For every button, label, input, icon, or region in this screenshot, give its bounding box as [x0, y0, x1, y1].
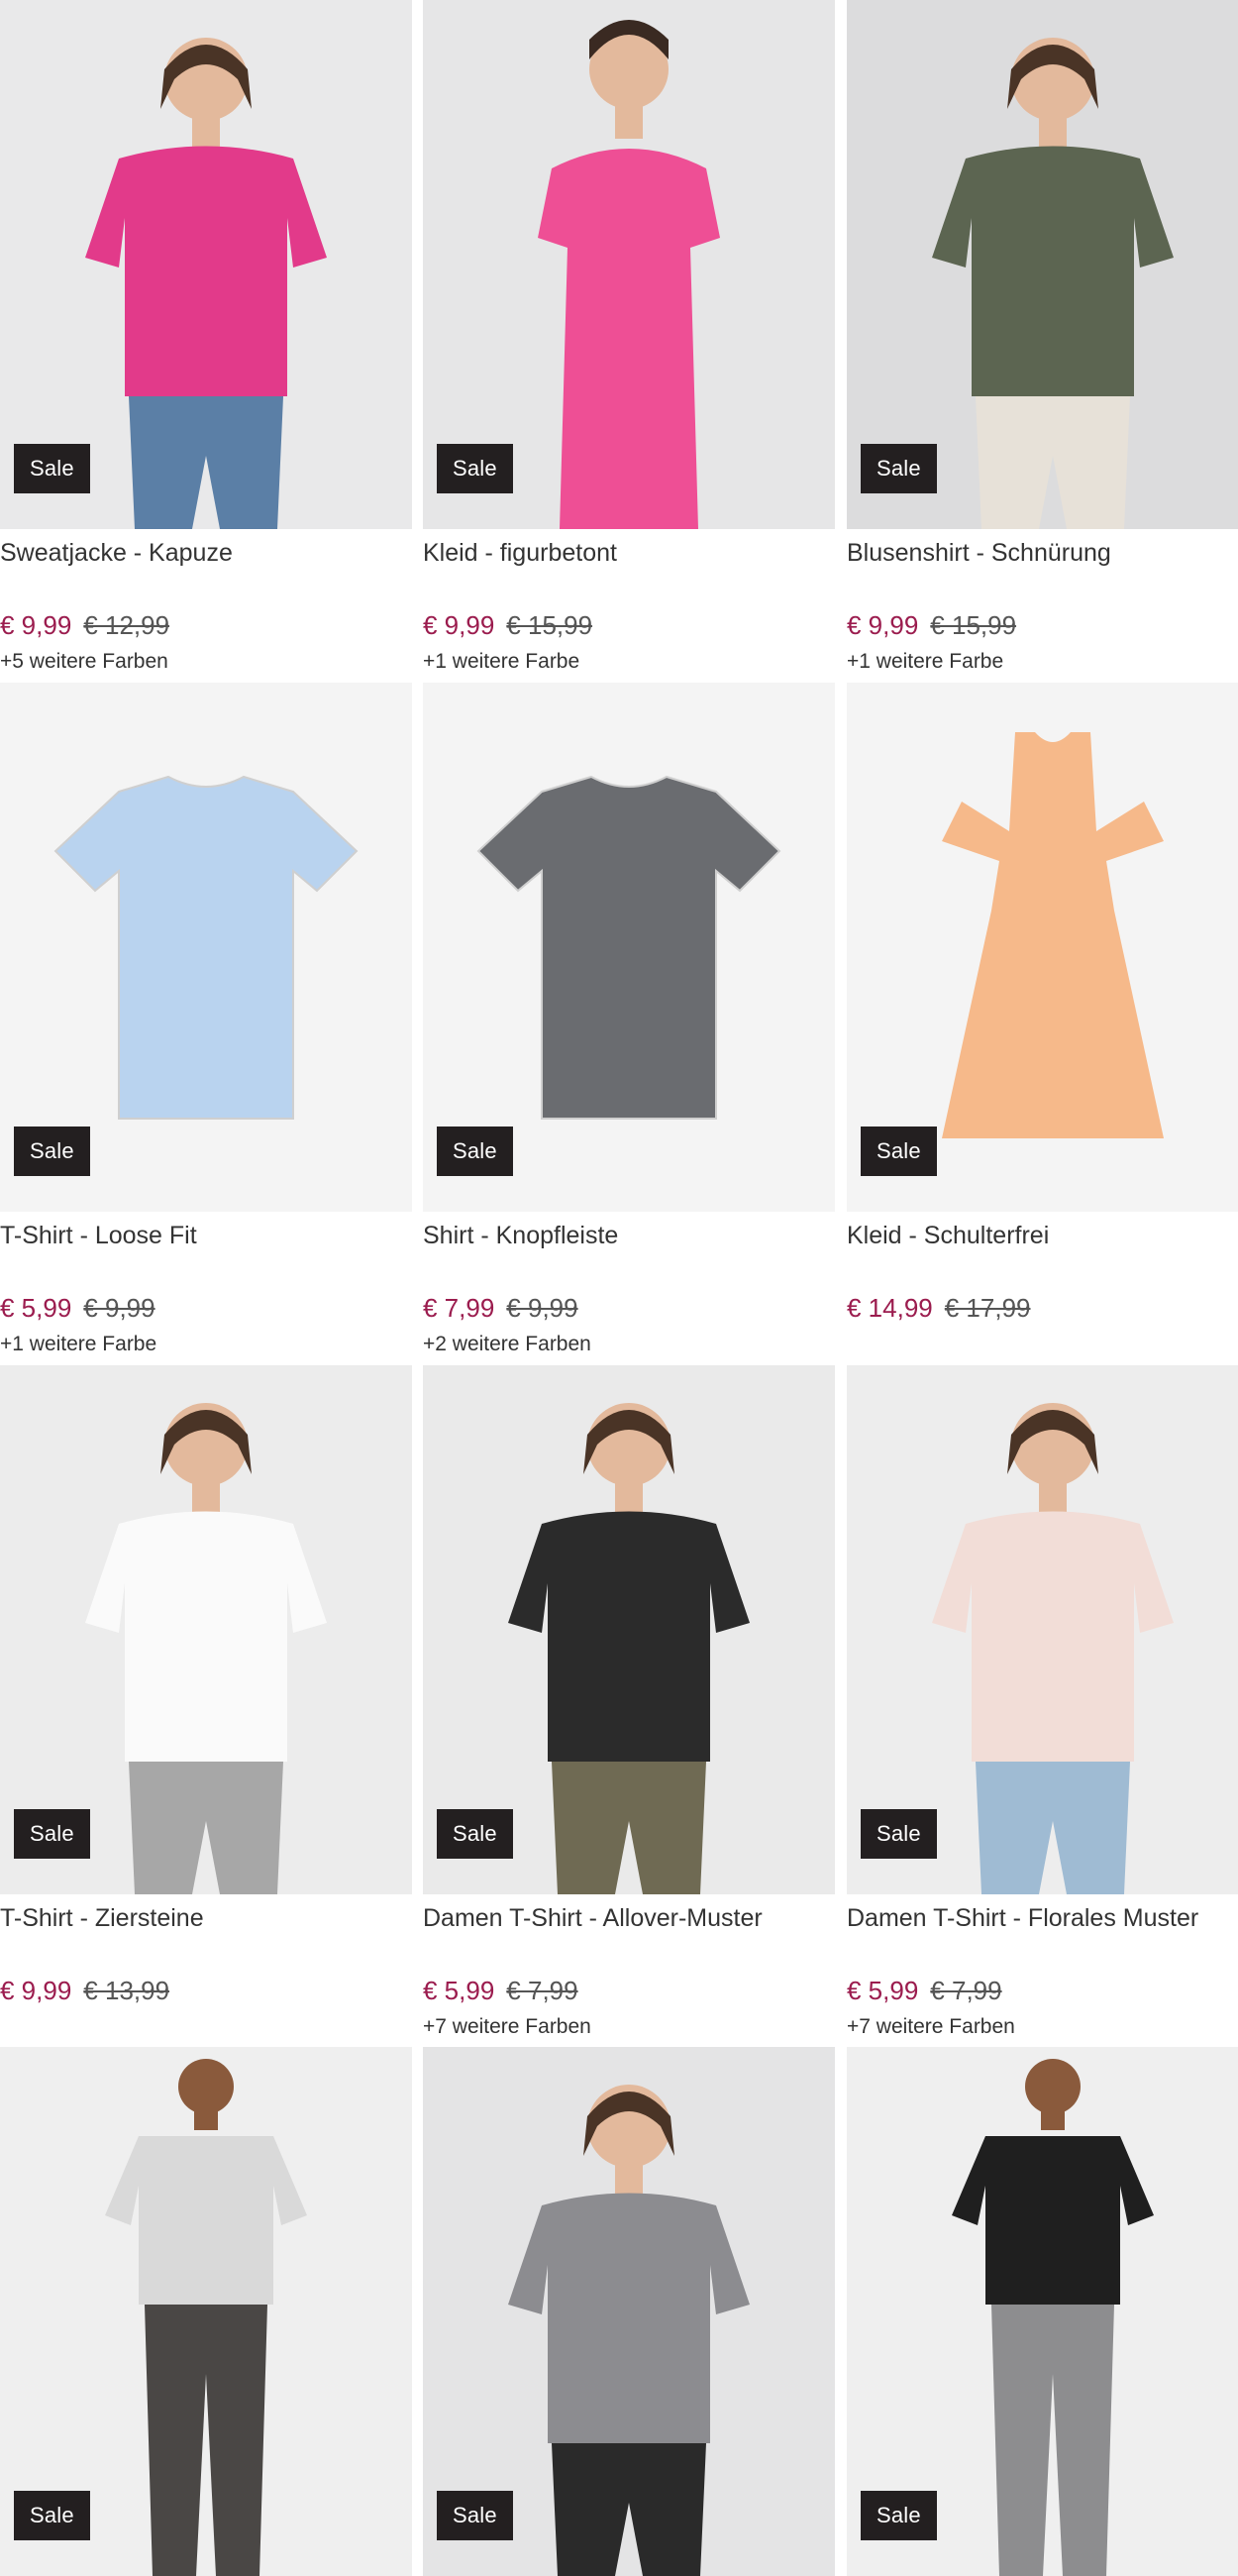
product-card[interactable]: Sale	[423, 2047, 835, 2576]
sale-badge: Sale	[861, 1809, 937, 1859]
product-image[interactable]: Sale	[0, 2047, 412, 2576]
current-price: € 5,99	[847, 1976, 919, 2005]
product-card[interactable]: Sale T-Shirt - Loose Fit € 5,99 € 9,99 +1 we…	[0, 683, 412, 1355]
more-colors-link[interactable]: +1 weitere Farbe	[423, 650, 579, 674]
price-row: € 5,99 € 7,99	[847, 1976, 1002, 2006]
product-card[interactable]: Sale Blusenshirt - Schnürung € 9,99 € 15,99…	[847, 0, 1238, 673]
original-price: € 12,99	[83, 610, 170, 640]
current-price: € 5,99	[0, 1293, 72, 1323]
more-colors-link[interactable]: +1 weitere Farbe	[847, 650, 1003, 674]
product-image[interactable]: Sale	[0, 0, 412, 529]
price-row: € 9,99 € 12,99	[0, 610, 169, 641]
product-image[interactable]: Sale	[423, 2047, 835, 2576]
sale-badge: Sale	[861, 2491, 937, 2540]
price-row: € 5,99 € 9,99	[0, 1293, 155, 1324]
product-title[interactable]: Damen T-Shirt - Florales Muster	[847, 1904, 1198, 1933]
current-price: € 9,99	[847, 610, 919, 640]
original-price: € 15,99	[506, 610, 593, 640]
sale-badge: Sale	[14, 444, 90, 493]
current-price: € 9,99	[423, 610, 495, 640]
product-card[interactable]: Sale	[847, 2047, 1238, 2576]
price-row: € 5,99 € 7,99	[423, 1976, 578, 2006]
product-title[interactable]: T-Shirt - Loose Fit	[0, 1222, 197, 1250]
more-colors-link[interactable]: +1 weitere Farbe	[0, 1333, 156, 1356]
original-price: € 7,99	[506, 1976, 578, 2005]
original-price: € 15,99	[930, 610, 1017, 640]
product-card[interactable]: Sale Shirt - Knopfleiste € 7,99 € 9,99 +2 we…	[423, 683, 835, 1355]
price-row: € 14,99 € 17,99	[847, 1293, 1031, 1324]
product-title[interactable]: Kleid - figurbetont	[423, 539, 617, 568]
sale-badge: Sale	[437, 2491, 513, 2540]
product-title[interactable]: Blusenshirt - Schnürung	[847, 539, 1111, 568]
original-price: € 9,99	[506, 1293, 578, 1323]
product-title[interactable]: T-Shirt - Ziersteine	[0, 1904, 204, 1933]
product-card[interactable]: Sale	[0, 2047, 412, 2576]
product-card[interactable]: Sale Kleid - Schulterfrei € 14,99 € 17,99	[847, 683, 1238, 1323]
product-card[interactable]: Sale Damen T-Shirt - Florales Muster € 5,9…	[847, 1365, 1238, 2038]
product-card[interactable]: Sale Damen T-Shirt - Allover-Muster € 5,99…	[423, 1365, 835, 2038]
price-row: € 9,99 € 15,99	[423, 610, 592, 641]
product-image[interactable]: Sale	[0, 683, 412, 1212]
original-price: € 13,99	[83, 1976, 170, 2005]
original-price: € 17,99	[944, 1293, 1031, 1323]
product-image[interactable]: Sale	[847, 1365, 1238, 1894]
sale-badge: Sale	[14, 1809, 90, 1859]
price-row: € 7,99 € 9,99	[423, 1293, 578, 1324]
product-title[interactable]: Kleid - Schulterfrei	[847, 1222, 1049, 1250]
product-image[interactable]: Sale	[423, 1365, 835, 1894]
more-colors-link[interactable]: +7 weitere Farben	[847, 2015, 1015, 2039]
current-price: € 5,99	[423, 1976, 495, 2005]
sale-badge: Sale	[437, 1809, 513, 1859]
product-image[interactable]: Sale	[0, 1365, 412, 1894]
product-card[interactable]: Sale Kleid - figurbetont € 9,99 € 15,99 +1 w…	[423, 0, 835, 673]
product-image[interactable]: Sale	[423, 683, 835, 1212]
product-image[interactable]: Sale	[847, 683, 1238, 1212]
current-price: € 9,99	[0, 1976, 72, 2005]
sale-badge: Sale	[861, 444, 937, 493]
product-card[interactable]: Sale T-Shirt - Ziersteine € 9,99 € 13,99	[0, 1365, 412, 2005]
product-title[interactable]: Sweatjacke - Kapuze	[0, 539, 233, 568]
price-row: € 9,99 € 15,99	[847, 610, 1016, 641]
product-image[interactable]: Sale	[423, 0, 835, 529]
original-price: € 7,99	[930, 1976, 1002, 2005]
more-colors-link[interactable]: +5 weitere Farben	[0, 650, 168, 674]
product-title[interactable]: Damen T-Shirt - Allover-Muster	[423, 1904, 763, 1933]
product-image[interactable]: Sale	[847, 0, 1238, 529]
original-price: € 9,99	[83, 1293, 155, 1323]
price-row: € 9,99 € 13,99	[0, 1976, 169, 2006]
sale-badge: Sale	[437, 444, 513, 493]
current-price: € 14,99	[847, 1293, 933, 1323]
sale-badge: Sale	[14, 1127, 90, 1176]
sale-badge: Sale	[14, 2491, 90, 2540]
more-colors-link[interactable]: +2 weitere Farben	[423, 1333, 591, 1356]
sale-badge: Sale	[437, 1127, 513, 1176]
sale-badge: Sale	[861, 1127, 937, 1176]
product-card[interactable]: Sale Sweatjacke - Kapuze € 9,99 € 12,99 +5 w…	[0, 0, 412, 673]
more-colors-link[interactable]: +7 weitere Farben	[423, 2015, 591, 2039]
product-image[interactable]: Sale	[847, 2047, 1238, 2576]
current-price: € 7,99	[423, 1293, 495, 1323]
current-price: € 9,99	[0, 610, 72, 640]
product-title[interactable]: Shirt - Knopfleiste	[423, 1222, 618, 1250]
